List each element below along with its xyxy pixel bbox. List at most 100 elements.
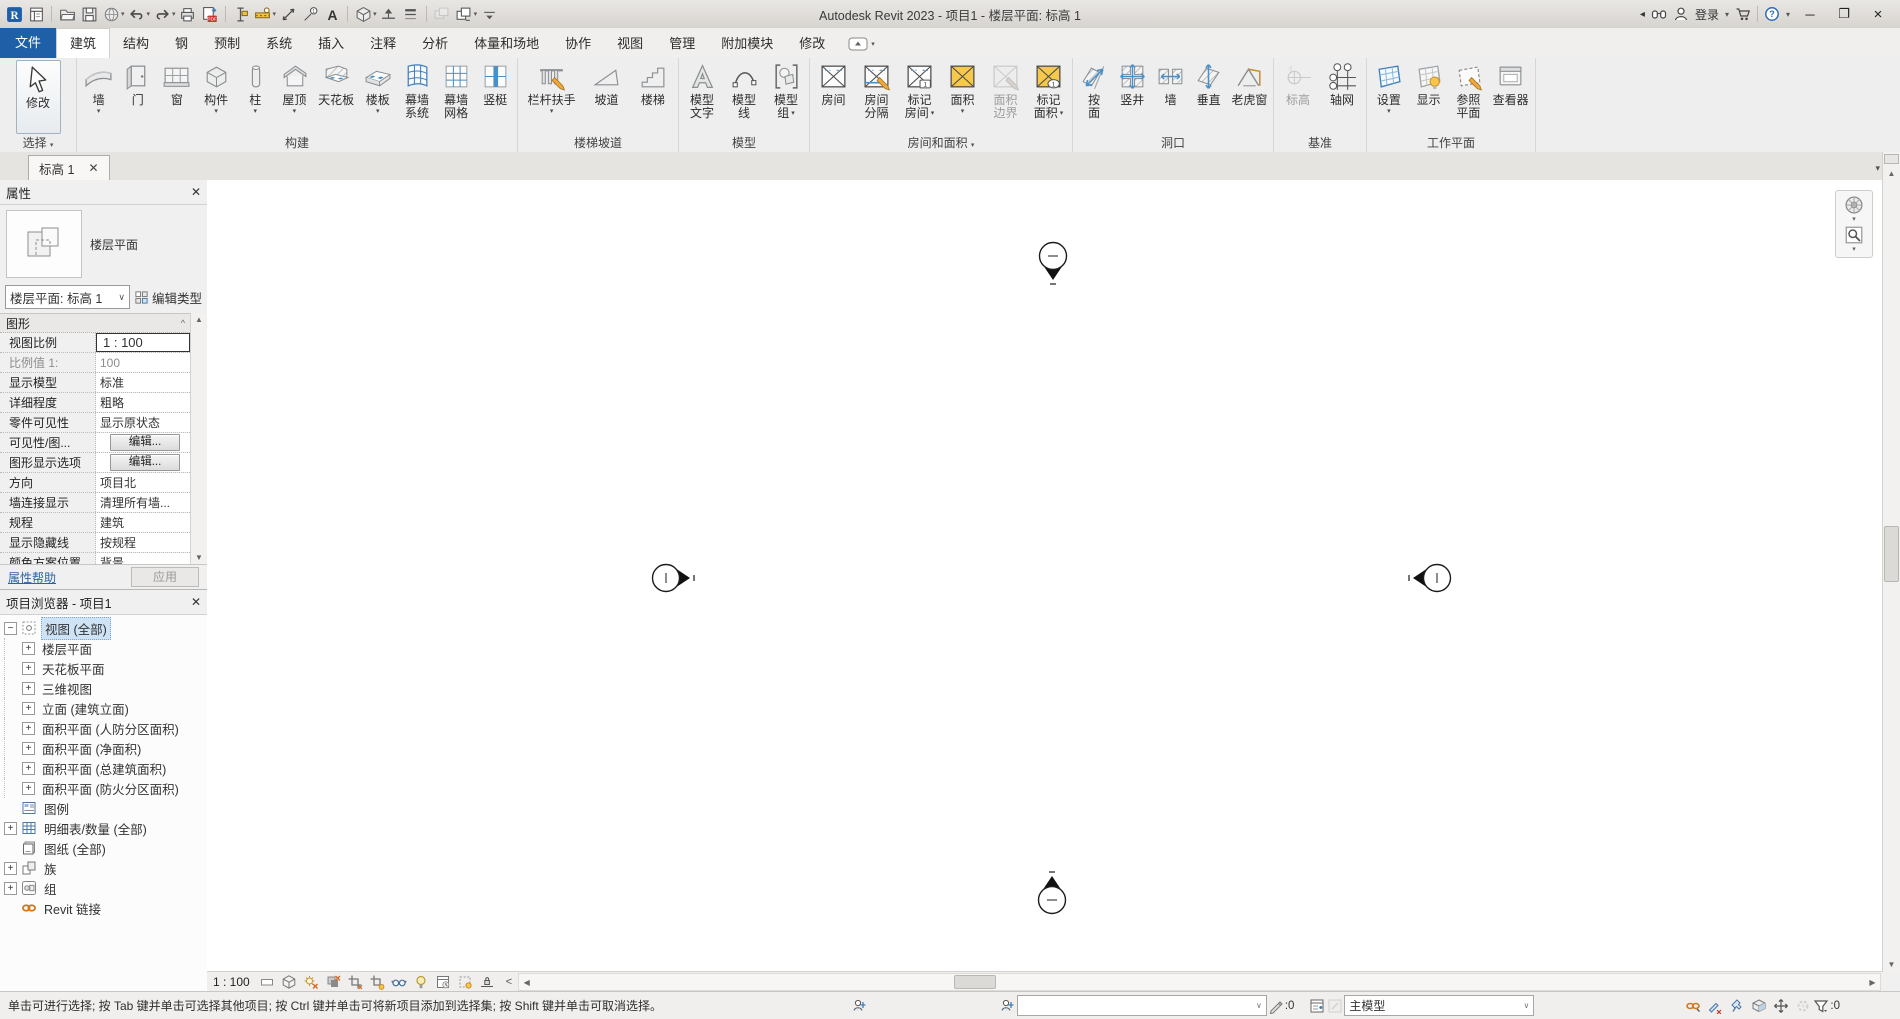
- view-tab-close-icon[interactable]: ✕: [88, 161, 98, 175]
- ribbon-panel-label[interactable]: 模型: [679, 135, 809, 152]
- switch-windows-button[interactable]: [454, 4, 474, 24]
- tree-expander-icon[interactable]: +: [22, 701, 35, 715]
- view-3d-button[interactable]: [353, 4, 373, 24]
- ribbon-button-屋顶[interactable]: 屋顶 ▾: [277, 59, 312, 135]
- ribbon-panel-label[interactable]: 楼梯坡道: [518, 135, 678, 152]
- ribbon-button-门[interactable]: 门: [120, 59, 155, 135]
- select-by-face-icon[interactable]: [1750, 997, 1768, 1015]
- ribbon-tab-系统[interactable]: 系统: [253, 29, 305, 58]
- sun-path-button[interactable]: [303, 974, 320, 991]
- tree-expander-icon[interactable]: +: [22, 781, 35, 795]
- collapse-search-icon[interactable]: ◂: [1640, 9, 1645, 20]
- ribbon-tab-插入[interactable]: 插入: [305, 29, 357, 58]
- app-store-cart-icon[interactable]: [1735, 6, 1751, 22]
- tree-expander-icon[interactable]: +: [22, 721, 35, 735]
- zoom-region-button[interactable]: ▾: [1844, 225, 1864, 253]
- tree-expander-icon[interactable]: +: [22, 761, 35, 775]
- tree-expander-icon[interactable]: +: [22, 661, 35, 675]
- property-row-显示模型[interactable]: 显示模型 标准: [0, 373, 190, 393]
- redo-caret-icon[interactable]: ▾: [172, 10, 176, 18]
- edit-button[interactable]: 编辑...: [109, 454, 181, 471]
- tree-item-明细表/数量 (全部)[interactable]: + 明细表/数量 (全部): [4, 818, 207, 838]
- elevation-marker-west[interactable]: [636, 548, 696, 608]
- property-row-零件可见性[interactable]: 零件可见性 显示原状态: [0, 413, 190, 433]
- ribbon-button-窗[interactable]: 窗: [159, 59, 194, 135]
- redo-button[interactable]: [152, 4, 172, 24]
- detail-level-button[interactable]: [259, 974, 276, 991]
- properties-scrollbar[interactable]: ▲ ▼: [190, 313, 207, 564]
- background-processes-icon[interactable]: [1794, 997, 1812, 1015]
- dropdown-caret-icon[interactable]: ▾: [97, 108, 101, 115]
- text-button[interactable]: A: [322, 4, 342, 24]
- property-row-方向[interactable]: 方向 项目北: [0, 473, 190, 493]
- analytical-model-button[interactable]: [457, 974, 474, 991]
- property-row-视图比例[interactable]: 视图比例 1 : 100: [0, 333, 190, 353]
- project-browser-close-icon[interactable]: ✕: [191, 595, 201, 609]
- shadows-button[interactable]: [325, 974, 342, 991]
- select-links-icon[interactable]: [1684, 997, 1702, 1015]
- select-pinned-icon[interactable]: [1728, 997, 1746, 1015]
- visual-style-button[interactable]: [281, 974, 298, 991]
- open-folder-button[interactable]: [57, 4, 77, 24]
- help-icon[interactable]: ?: [1764, 6, 1780, 22]
- user-icon[interactable]: [1673, 6, 1689, 22]
- elevation-marker-south[interactable]: [1022, 870, 1082, 930]
- help-caret-icon[interactable]: ▾: [1786, 10, 1790, 19]
- ribbon-button-模型线[interactable]: 模型线: [727, 59, 762, 135]
- ribbon-panel-label[interactable]: 选择 ▾: [0, 135, 76, 152]
- ribbon-button-标记房间[interactable]: 1 标记 房间 ▾: [902, 59, 937, 135]
- property-value-cell[interactable]: 建筑: [96, 513, 190, 532]
- tree-expander-icon[interactable]: +: [22, 741, 35, 755]
- dimension-button[interactable]: [278, 4, 298, 24]
- scroll-left-icon[interactable]: ◀: [519, 975, 534, 990]
- crop-region-button[interactable]: [369, 974, 386, 991]
- panel-caret-icon[interactable]: ▾: [50, 142, 54, 149]
- zoom-region-caret-icon[interactable]: ▾: [1852, 245, 1856, 253]
- property-value-cell[interactable]: 1 : 100: [96, 333, 190, 352]
- dropdown-caret-icon[interactable]: ▾: [961, 108, 965, 115]
- tree-expander-icon[interactable]: +: [4, 881, 17, 895]
- ribbon-panel-label[interactable]: 构建: [77, 135, 517, 152]
- tree-item-视图 (全部)[interactable]: − 视图 (全部): [4, 616, 207, 640]
- temporary-hide-button[interactable]: [391, 974, 408, 991]
- ribbon-button-轴网[interactable]: 轴网: [1325, 59, 1360, 135]
- property-row-墙连接显示[interactable]: 墙连接显示 清理所有墙...: [0, 493, 190, 513]
- undo-caret-icon[interactable]: ▾: [147, 10, 151, 18]
- qat-customize-button[interactable]: [479, 4, 499, 24]
- vertical-scroll-thumb[interactable]: [1884, 526, 1899, 582]
- ribbon-tab-钢[interactable]: 钢: [162, 29, 201, 58]
- ribbon-button-房间分隔[interactable]: 房间 分隔: [859, 59, 894, 135]
- ribbon-button-坡道[interactable]: 坡道: [589, 59, 624, 135]
- ribbon-tab-修改[interactable]: 修改: [786, 29, 838, 58]
- steering-wheel-button[interactable]: ▾: [1844, 195, 1864, 223]
- property-row-图形显示选项[interactable]: 图形显示选项 编辑...: [0, 453, 190, 473]
- property-value-cell[interactable]: 编辑...: [96, 433, 190, 452]
- type-preview-image[interactable]: [6, 210, 82, 278]
- property-row-详细程度[interactable]: 详细程度 粗略: [0, 393, 190, 413]
- tree-expander-icon[interactable]: +: [22, 681, 35, 695]
- ribbon-tab-管理[interactable]: 管理: [656, 29, 708, 58]
- editable-only-icon[interactable]: [1267, 997, 1285, 1015]
- tree-item-面积平面 (防火分区面积)[interactable]: + 面积平面 (防火分区面积): [4, 778, 207, 798]
- ribbon-button-模型文字[interactable]: 模型 文字: [685, 59, 720, 135]
- tree-item-组[interactable]: + 组: [4, 878, 207, 898]
- tree-item-楼层平面[interactable]: + 楼层平面: [4, 638, 207, 658]
- properties-close-icon[interactable]: ✕: [191, 185, 201, 199]
- dropdown-caret-icon[interactable]: ▾: [931, 107, 935, 120]
- property-row-可见性/图...[interactable]: 可见性/图... 编辑...: [0, 433, 190, 453]
- horizontal-scroll-thumb[interactable]: [954, 975, 997, 989]
- measure-tape-button[interactable]: [253, 4, 273, 24]
- dropdown-caret-icon[interactable]: ▾: [254, 108, 258, 115]
- view-3d-caret-icon[interactable]: ▾: [373, 10, 377, 18]
- tree-item-图例[interactable]: 图例: [4, 798, 207, 818]
- file-manager-button[interactable]: [26, 4, 46, 24]
- measure-tape-caret-icon[interactable]: ▾: [273, 10, 277, 18]
- drawing-area[interactable]: ▾ ▾: [207, 180, 1883, 972]
- ribbon-tab-视图[interactable]: 视图: [604, 29, 656, 58]
- save-button[interactable]: [79, 4, 99, 24]
- vcb-collapse-icon[interactable]: <: [502, 976, 516, 988]
- ribbon-button-柱[interactable]: 柱 ▾: [238, 59, 273, 135]
- apply-button[interactable]: 应用: [131, 567, 199, 587]
- ribbon-button-查看器[interactable]: 查看器: [1491, 59, 1531, 135]
- ribbon-panel-label[interactable]: 工作平面: [1367, 135, 1535, 152]
